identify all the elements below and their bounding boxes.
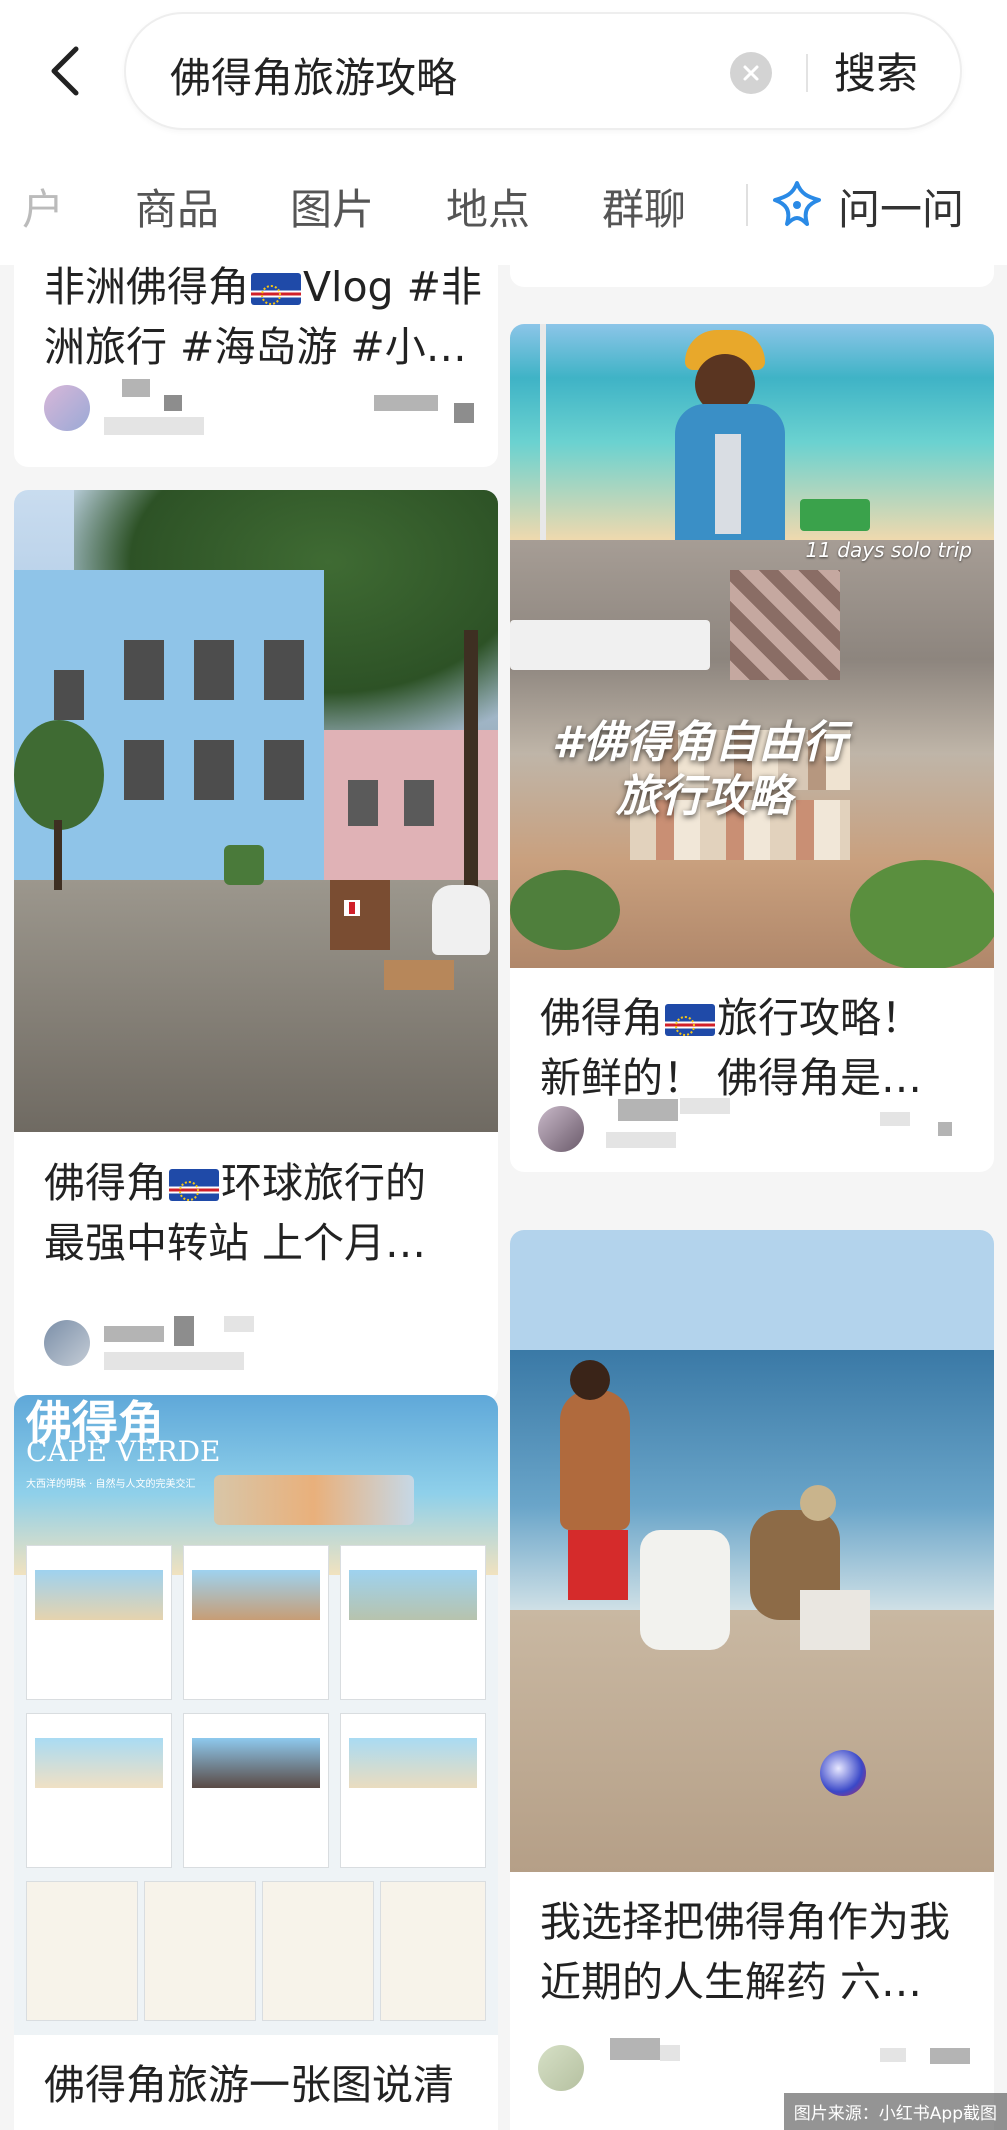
blurred-username — [610, 2038, 660, 2060]
note-card[interactable] — [510, 265, 994, 287]
sparkle-star-icon[interactable] — [770, 178, 824, 232]
blurred-username — [104, 417, 204, 435]
overlay-caption: 11 days solo trip — [805, 538, 973, 562]
blurred-username — [224, 1316, 254, 1332]
tab-products[interactable]: 商品 — [135, 176, 219, 237]
avatar[interactable] — [538, 1106, 584, 1152]
blurred-like-count — [880, 2048, 906, 2062]
blurred-like-count — [938, 1122, 952, 1136]
soccer-ball — [820, 1750, 866, 1796]
tab-places[interactable]: 地点 — [446, 176, 530, 237]
blurred-username — [164, 395, 182, 411]
back-button[interactable] — [40, 38, 90, 104]
blurred-username — [606, 1132, 676, 1148]
note-card[interactable]: 佛得角 CAPE VERDE 大西洋的明珠 · 自然与人文的完美交汇 佛得角旅游 — [14, 1395, 498, 2130]
infographic-spots-row2 — [26, 1713, 486, 1873]
tab-user-partial[interactable]: 户 — [22, 176, 64, 237]
note-title: 非洲佛得角 Vlog #非 洲旅行 #海岛游 #小… — [44, 265, 482, 371]
results-feed: 非洲佛得角 Vlog #非 洲旅行 #海岛游 #小… 佛得角 环球旅行的 最强中… — [0, 265, 1007, 2130]
note-card[interactable]: 我选择把佛得角作为我 近期的人生解药 六… — [510, 1230, 994, 2130]
note-title: 佛得角 旅行攻略！ 新鲜的！ 佛得角是… — [540, 994, 923, 1102]
tab-group-chat[interactable]: 群聊 — [602, 176, 686, 237]
note-card[interactable]: 11 days solo trip #佛得角自由行 旅行攻略 佛得角 旅行攻略！ … — [510, 324, 994, 1172]
blurred-username — [174, 1316, 194, 1346]
note-title: 佛得角旅游一张图说清 — [44, 2061, 454, 2109]
blurred-like-count — [104, 1352, 244, 1370]
blurred-like-count — [880, 1112, 910, 1126]
search-box[interactable]: 佛得角旅游攻略 搜索 — [124, 12, 962, 130]
overlay-title-line2: 旅行攻略 — [616, 771, 792, 822]
cape-verde-flag-icon — [169, 1169, 219, 1201]
pavement — [14, 880, 498, 1132]
beach-photo — [510, 324, 994, 540]
tab-ask[interactable]: 问一问 — [838, 176, 964, 237]
avatar[interactable] — [44, 1320, 90, 1366]
search-button[interactable]: 搜索 — [834, 40, 918, 101]
blurred-username — [660, 2045, 680, 2061]
note-card[interactable]: 非洲佛得角 Vlog #非 洲旅行 #海岛游 #小… — [14, 265, 498, 467]
blurred-like-count — [454, 403, 474, 423]
divider — [806, 54, 808, 92]
cape-verde-flag-icon — [251, 273, 301, 305]
note-cover-image — [510, 1230, 994, 1872]
blurred-face — [730, 570, 840, 680]
person-figure — [640, 1530, 730, 1650]
note-title: 佛得角 环球旅行的 最强中转站 上个月… — [44, 1159, 427, 1267]
note-cover-image — [14, 490, 498, 1132]
infographic-tagline: 大西洋的明珠 · 自然与人文的完美交汇 — [26, 1479, 196, 1490]
blurred-like-count — [374, 395, 438, 411]
blurred-username — [618, 1099, 678, 1121]
image-source-watermark: 图片来源：小红书App截图 — [783, 2093, 1007, 2130]
infographic-spots-row1 — [26, 1545, 486, 1705]
infographic-info-row — [26, 1881, 486, 2021]
search-input[interactable]: 佛得角旅游攻略 — [170, 44, 457, 104]
tab-images[interactable]: 图片 — [290, 176, 374, 237]
tab-divider — [746, 184, 748, 226]
cape-verde-flag-icon — [665, 1004, 715, 1036]
blurred-username — [122, 379, 150, 397]
blurred-username — [680, 1098, 730, 1114]
chevron-left-icon — [51, 46, 79, 96]
person-figure — [560, 1390, 630, 1530]
infographic-subtitle: CAPE VERDE — [26, 1435, 221, 1468]
avatar[interactable] — [44, 385, 90, 431]
note-cover-image: 11 days solo trip #佛得角自由行 旅行攻略 — [510, 324, 994, 968]
note-title: 我选择把佛得角作为我 近期的人生解药 六… — [540, 1898, 950, 2006]
blurred-username — [104, 1326, 164, 1342]
clear-search-button[interactable] — [730, 52, 772, 94]
close-icon — [743, 65, 759, 81]
tab-bar: 户 商品 图片 地点 群聊 问一问 — [0, 140, 1007, 265]
note-cover-image: 佛得角 CAPE VERDE 大西洋的明珠 · 自然与人文的完美交汇 — [14, 1395, 498, 2035]
note-card[interactable]: 佛得角 环球旅行的 最强中转站 上个月… — [14, 490, 498, 1402]
top-bar: 佛得角旅游攻略 搜索 — [0, 0, 1007, 140]
avatar[interactable] — [538, 2045, 584, 2091]
blurred-like-count — [930, 2048, 970, 2064]
